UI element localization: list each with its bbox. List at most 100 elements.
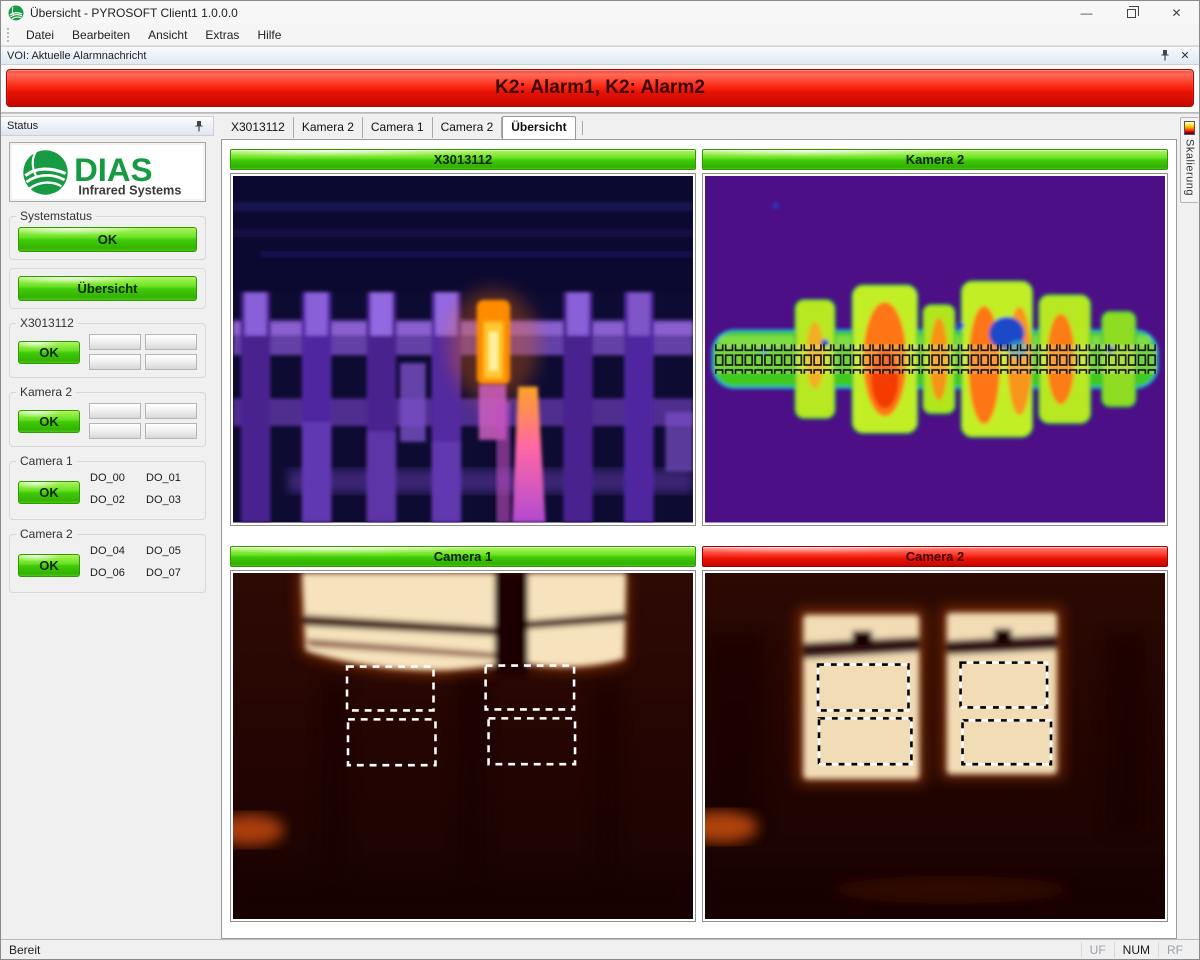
sidebar-splitter[interactable] (214, 114, 221, 939)
menu-datei[interactable]: Datei (17, 25, 63, 45)
lamp (145, 403, 197, 419)
dock-area: Status DIAS Infrared Systems (1, 114, 1199, 939)
status-bar: Bereit UF NUM RF (1, 939, 1199, 959)
device-group-label: Camera 2 (16, 527, 77, 541)
indicator-uf: UF (1081, 942, 1114, 958)
camera-header: Kamera 2 (702, 149, 1168, 170)
tab-uebersicht[interactable]: Übersicht (502, 116, 575, 139)
sidebar-title: Status (7, 120, 38, 132)
overview-button[interactable]: Übersicht (18, 276, 197, 301)
main-area: X3013112 Kamera 2 Camera 1 Camera 2 Über… (221, 114, 1179, 939)
do-button[interactable]: DO_05 (146, 545, 197, 563)
status-sidebar: Status DIAS Infrared Systems (1, 114, 214, 939)
sidebar-header: Status (1, 116, 214, 136)
device-ok-button[interactable]: OK (18, 554, 80, 577)
alarm-panel-body: K2: Alarm1, K2: Alarm2 (1, 65, 1199, 113)
device-group-kamera2: Kamera 2 OK (9, 392, 206, 447)
lamp (89, 403, 141, 419)
output-lamps (89, 403, 197, 439)
minimize-button[interactable]: — (1064, 1, 1109, 24)
skalierung-tab[interactable]: Skalierung (1180, 117, 1198, 203)
alarm-message: K2: Alarm1, K2: Alarm2 (495, 77, 705, 99)
camera-cell-camera1: Camera 1 (230, 546, 696, 923)
digital-outputs: DO_00 DO_01 DO_02 DO_03 (90, 472, 197, 512)
device-group-camera1: Camera 1 OK DO_00 DO_01 DO_02 DO_03 (9, 461, 206, 520)
tab-strip: X3013112 Kamera 2 Camera 1 Camera 2 Über… (221, 116, 1179, 139)
menu-extras[interactable]: Extras (196, 25, 248, 45)
camera-header: Camera 1 (230, 546, 696, 567)
alarm-banner: K2: Alarm1, K2: Alarm2 (6, 69, 1194, 107)
device-group-label: Kamera 2 (16, 385, 76, 399)
tab-x3013112[interactable]: X3013112 (223, 117, 294, 138)
app-logo-icon (8, 5, 24, 21)
menu-bearbeiten[interactable]: Bearbeiten (63, 25, 139, 45)
application-window: Übersicht - PYROSOFT Client1 1.0.0.0 — ✕… (0, 0, 1200, 960)
lamp (89, 334, 141, 350)
close-panel-icon[interactable]: ✕ (1177, 48, 1193, 63)
lamp (145, 334, 197, 350)
camera-header-label: Camera 2 (906, 549, 965, 564)
right-dock-strip: Skalierung (1179, 114, 1199, 939)
do-button[interactable]: DO_03 (146, 494, 197, 512)
device-ok-button[interactable]: OK (18, 481, 80, 504)
tab-separator (582, 121, 583, 135)
restore-icon (1127, 9, 1136, 18)
device-group-label: X3013112 (16, 316, 78, 330)
do-button[interactable]: DO_00 (90, 472, 141, 490)
close-button[interactable]: ✕ (1154, 1, 1199, 24)
do-button[interactable]: DO_01 (146, 472, 197, 490)
indicator-num: NUM (1114, 942, 1158, 958)
thermal-image-camera1 (230, 570, 696, 923)
camera-cell-camera2: Camera 2 (702, 546, 1168, 923)
camera-header-label: Camera 1 (434, 549, 493, 564)
device-group-camera2: Camera 2 OK DO_04 DO_05 DO_06 DO_07 (9, 534, 206, 593)
do-button[interactable]: DO_04 (90, 545, 141, 563)
camera-cell-x3013112: X3013112 (230, 149, 696, 526)
dias-logo: DIAS Infrared Systems (9, 142, 206, 202)
indicator-rf: RF (1158, 942, 1191, 958)
lamp (89, 423, 141, 439)
window-title: Übersicht - PYROSOFT Client1 1.0.0.0 (30, 6, 238, 20)
logo-subtitle: Infrared Systems (78, 182, 181, 197)
systemstatus-label: Systemstatus (16, 209, 96, 223)
camera-header: X3013112 (230, 149, 696, 170)
do-button[interactable]: DO_07 (146, 567, 197, 585)
do-button[interactable]: DO_06 (90, 567, 141, 585)
pin-icon[interactable] (1157, 48, 1173, 63)
camera-header: Camera 2 (702, 546, 1168, 567)
color-scale-icon (1184, 121, 1195, 135)
menu-hilfe[interactable]: Hilfe (248, 25, 290, 45)
thermal-image-kamera2 (702, 173, 1168, 526)
menu-grip-handle[interactable] (6, 27, 11, 43)
alarm-panel-header: VOI: Aktuelle Alarmnachricht ✕ (1, 46, 1199, 65)
camera-cell-kamera2: Kamera 2 (702, 149, 1168, 526)
tab-camera1[interactable]: Camera 1 (363, 117, 433, 138)
lamp (89, 354, 141, 370)
do-button[interactable]: DO_02 (90, 494, 141, 512)
camera-header-label: X3013112 (434, 152, 493, 167)
alarm-panel: VOI: Aktuelle Alarmnachricht ✕ K2: Alarm… (1, 46, 1199, 114)
restore-button[interactable] (1109, 1, 1154, 24)
overview-content: X3013112 (221, 139, 1177, 939)
menu-bar: Datei Bearbeiten Ansicht Extras Hilfe (1, 24, 1199, 46)
systemstatus-ok-button[interactable]: OK (18, 227, 197, 252)
camera-header-label: Kamera 2 (906, 152, 965, 167)
tab-camera2[interactable]: Camera 2 (433, 117, 503, 138)
lamp (145, 354, 197, 370)
tab-kamera2[interactable]: Kamera 2 (294, 117, 363, 138)
digital-outputs: DO_04 DO_05 DO_06 DO_07 (90, 545, 197, 585)
title-bar: Übersicht - PYROSOFT Client1 1.0.0.0 — ✕ (1, 1, 1199, 24)
overview-group: Übersicht (9, 268, 206, 309)
device-group-x3013112: X3013112 OK (9, 323, 206, 378)
device-ok-button[interactable]: OK (18, 410, 80, 433)
device-ok-button[interactable]: OK (18, 341, 80, 364)
sidebar-pin-icon[interactable] (191, 119, 207, 134)
skalierung-label: Skalierung (1184, 139, 1196, 196)
menu-ansicht[interactable]: Ansicht (139, 25, 196, 45)
systemstatus-group: Systemstatus OK (9, 216, 206, 260)
thermal-image-camera2 (702, 570, 1168, 923)
status-ready-text: Bereit (9, 943, 40, 957)
lamp (145, 423, 197, 439)
alarm-panel-title: VOI: Aktuelle Alarmnachricht (7, 50, 146, 62)
output-lamps (89, 334, 197, 370)
